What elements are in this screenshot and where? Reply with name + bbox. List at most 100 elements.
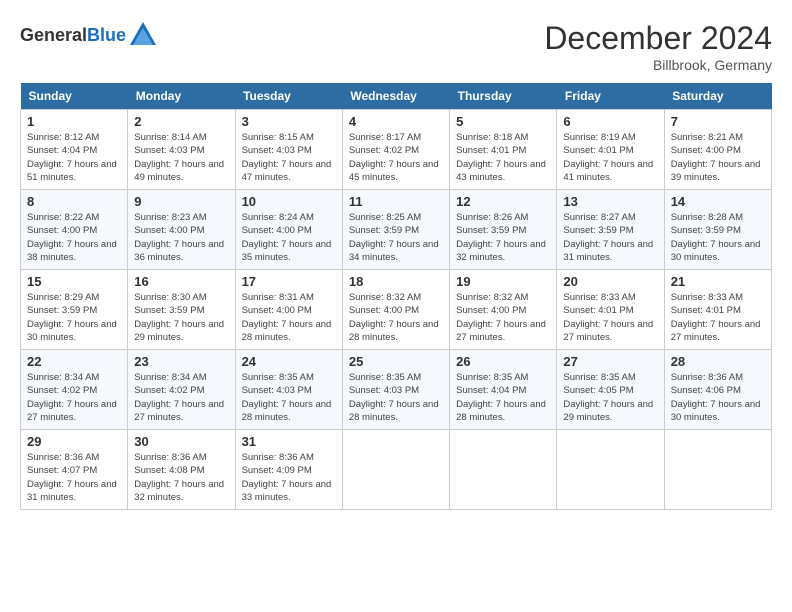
calendar-day-cell: 19 Sunrise: 8:32 AMSunset: 4:00 PMDaylig… xyxy=(450,270,557,350)
day-info: Sunrise: 8:32 AMSunset: 4:00 PMDaylight:… xyxy=(349,292,439,343)
calendar-day-cell: 10 Sunrise: 8:24 AMSunset: 4:00 PMDaylig… xyxy=(235,190,342,270)
day-number: 19 xyxy=(456,274,550,289)
day-info: Sunrise: 8:15 AMSunset: 4:03 PMDaylight:… xyxy=(242,132,332,183)
day-info: Sunrise: 8:29 AMSunset: 3:59 PMDaylight:… xyxy=(27,292,117,343)
day-number: 3 xyxy=(242,114,336,129)
week-row-1: 1 Sunrise: 8:12 AMSunset: 4:04 PMDayligh… xyxy=(21,110,772,190)
calendar-day-cell: 8 Sunrise: 8:22 AMSunset: 4:00 PMDayligh… xyxy=(21,190,128,270)
day-number: 23 xyxy=(134,354,228,369)
day-number: 10 xyxy=(242,194,336,209)
day-info: Sunrise: 8:33 AMSunset: 4:01 PMDaylight:… xyxy=(671,292,761,343)
day-number: 18 xyxy=(349,274,443,289)
col-saturday: Saturday xyxy=(664,83,771,110)
calendar-day-cell: 2 Sunrise: 8:14 AMSunset: 4:03 PMDayligh… xyxy=(128,110,235,190)
calendar-day-cell: 1 Sunrise: 8:12 AMSunset: 4:04 PMDayligh… xyxy=(21,110,128,190)
day-number: 5 xyxy=(456,114,550,129)
day-info: Sunrise: 8:17 AMSunset: 4:02 PMDaylight:… xyxy=(349,132,439,183)
day-info: Sunrise: 8:36 AMSunset: 4:07 PMDaylight:… xyxy=(27,452,117,503)
calendar-day-cell: 12 Sunrise: 8:26 AMSunset: 3:59 PMDaylig… xyxy=(450,190,557,270)
day-number: 7 xyxy=(671,114,765,129)
calendar-day-cell: 28 Sunrise: 8:36 AMSunset: 4:06 PMDaylig… xyxy=(664,350,771,430)
day-info: Sunrise: 8:19 AMSunset: 4:01 PMDaylight:… xyxy=(563,132,653,183)
day-number: 24 xyxy=(242,354,336,369)
empty-cell xyxy=(450,430,557,510)
calendar-header-row: Sunday Monday Tuesday Wednesday Thursday… xyxy=(21,83,772,110)
week-row-2: 8 Sunrise: 8:22 AMSunset: 4:00 PMDayligh… xyxy=(21,190,772,270)
title-section: December 2024 Billbrook, Germany xyxy=(544,20,772,73)
calendar-day-cell: 5 Sunrise: 8:18 AMSunset: 4:01 PMDayligh… xyxy=(450,110,557,190)
calendar-day-cell: 29 Sunrise: 8:36 AMSunset: 4:07 PMDaylig… xyxy=(21,430,128,510)
day-number: 26 xyxy=(456,354,550,369)
day-number: 17 xyxy=(242,274,336,289)
calendar-day-cell: 21 Sunrise: 8:33 AMSunset: 4:01 PMDaylig… xyxy=(664,270,771,350)
day-number: 9 xyxy=(134,194,228,209)
week-row-3: 15 Sunrise: 8:29 AMSunset: 3:59 PMDaylig… xyxy=(21,270,772,350)
calendar-day-cell: 7 Sunrise: 8:21 AMSunset: 4:00 PMDayligh… xyxy=(664,110,771,190)
day-number: 2 xyxy=(134,114,228,129)
day-number: 28 xyxy=(671,354,765,369)
day-number: 29 xyxy=(27,434,121,449)
col-monday: Monday xyxy=(128,83,235,110)
day-info: Sunrise: 8:18 AMSunset: 4:01 PMDaylight:… xyxy=(456,132,546,183)
calendar-day-cell: 22 Sunrise: 8:34 AMSunset: 4:02 PMDaylig… xyxy=(21,350,128,430)
day-number: 1 xyxy=(27,114,121,129)
day-info: Sunrise: 8:28 AMSunset: 3:59 PMDaylight:… xyxy=(671,212,761,263)
calendar-day-cell: 13 Sunrise: 8:27 AMSunset: 3:59 PMDaylig… xyxy=(557,190,664,270)
day-number: 12 xyxy=(456,194,550,209)
calendar-day-cell: 23 Sunrise: 8:34 AMSunset: 4:02 PMDaylig… xyxy=(128,350,235,430)
day-info: Sunrise: 8:35 AMSunset: 4:03 PMDaylight:… xyxy=(349,372,439,423)
week-row-5: 29 Sunrise: 8:36 AMSunset: 4:07 PMDaylig… xyxy=(21,430,772,510)
day-info: Sunrise: 8:34 AMSunset: 4:02 PMDaylight:… xyxy=(134,372,224,423)
calendar-day-cell: 16 Sunrise: 8:30 AMSunset: 3:59 PMDaylig… xyxy=(128,270,235,350)
day-info: Sunrise: 8:14 AMSunset: 4:03 PMDaylight:… xyxy=(134,132,224,183)
calendar-day-cell: 4 Sunrise: 8:17 AMSunset: 4:02 PMDayligh… xyxy=(342,110,449,190)
day-number: 27 xyxy=(563,354,657,369)
empty-cell xyxy=(557,430,664,510)
day-number: 15 xyxy=(27,274,121,289)
day-number: 16 xyxy=(134,274,228,289)
col-sunday: Sunday xyxy=(21,83,128,110)
day-number: 30 xyxy=(134,434,228,449)
day-number: 11 xyxy=(349,194,443,209)
day-info: Sunrise: 8:36 AMSunset: 4:08 PMDaylight:… xyxy=(134,452,224,503)
calendar-day-cell: 17 Sunrise: 8:31 AMSunset: 4:00 PMDaylig… xyxy=(235,270,342,350)
logo: GeneralBlue xyxy=(20,20,158,50)
week-row-4: 22 Sunrise: 8:34 AMSunset: 4:02 PMDaylig… xyxy=(21,350,772,430)
calendar-table: Sunday Monday Tuesday Wednesday Thursday… xyxy=(20,83,772,510)
col-tuesday: Tuesday xyxy=(235,83,342,110)
day-number: 31 xyxy=(242,434,336,449)
day-number: 14 xyxy=(671,194,765,209)
calendar-day-cell: 11 Sunrise: 8:25 AMSunset: 3:59 PMDaylig… xyxy=(342,190,449,270)
day-info: Sunrise: 8:36 AMSunset: 4:06 PMDaylight:… xyxy=(671,372,761,423)
logo-general-text: General xyxy=(20,25,87,45)
calendar-day-cell: 24 Sunrise: 8:35 AMSunset: 4:03 PMDaylig… xyxy=(235,350,342,430)
col-wednesday: Wednesday xyxy=(342,83,449,110)
logo-icon xyxy=(128,20,158,50)
calendar-day-cell: 31 Sunrise: 8:36 AMSunset: 4:09 PMDaylig… xyxy=(235,430,342,510)
day-info: Sunrise: 8:31 AMSunset: 4:00 PMDaylight:… xyxy=(242,292,332,343)
day-number: 20 xyxy=(563,274,657,289)
day-info: Sunrise: 8:36 AMSunset: 4:09 PMDaylight:… xyxy=(242,452,332,503)
calendar-day-cell: 15 Sunrise: 8:29 AMSunset: 3:59 PMDaylig… xyxy=(21,270,128,350)
calendar-day-cell: 6 Sunrise: 8:19 AMSunset: 4:01 PMDayligh… xyxy=(557,110,664,190)
col-friday: Friday xyxy=(557,83,664,110)
page-header: GeneralBlue December 2024 Billbrook, Ger… xyxy=(20,20,772,73)
day-number: 13 xyxy=(563,194,657,209)
calendar-day-cell: 26 Sunrise: 8:35 AMSunset: 4:04 PMDaylig… xyxy=(450,350,557,430)
day-info: Sunrise: 8:25 AMSunset: 3:59 PMDaylight:… xyxy=(349,212,439,263)
col-thursday: Thursday xyxy=(450,83,557,110)
day-number: 4 xyxy=(349,114,443,129)
calendar-day-cell: 14 Sunrise: 8:28 AMSunset: 3:59 PMDaylig… xyxy=(664,190,771,270)
calendar-day-cell: 25 Sunrise: 8:35 AMSunset: 4:03 PMDaylig… xyxy=(342,350,449,430)
calendar-day-cell: 27 Sunrise: 8:35 AMSunset: 4:05 PMDaylig… xyxy=(557,350,664,430)
calendar-day-cell: 18 Sunrise: 8:32 AMSunset: 4:00 PMDaylig… xyxy=(342,270,449,350)
calendar-day-cell: 3 Sunrise: 8:15 AMSunset: 4:03 PMDayligh… xyxy=(235,110,342,190)
calendar-day-cell: 30 Sunrise: 8:36 AMSunset: 4:08 PMDaylig… xyxy=(128,430,235,510)
empty-cell xyxy=(664,430,771,510)
day-info: Sunrise: 8:23 AMSunset: 4:00 PMDaylight:… xyxy=(134,212,224,263)
day-number: 22 xyxy=(27,354,121,369)
day-info: Sunrise: 8:32 AMSunset: 4:00 PMDaylight:… xyxy=(456,292,546,343)
day-info: Sunrise: 8:26 AMSunset: 3:59 PMDaylight:… xyxy=(456,212,546,263)
location-subtitle: Billbrook, Germany xyxy=(544,57,772,73)
calendar-day-cell: 20 Sunrise: 8:33 AMSunset: 4:01 PMDaylig… xyxy=(557,270,664,350)
